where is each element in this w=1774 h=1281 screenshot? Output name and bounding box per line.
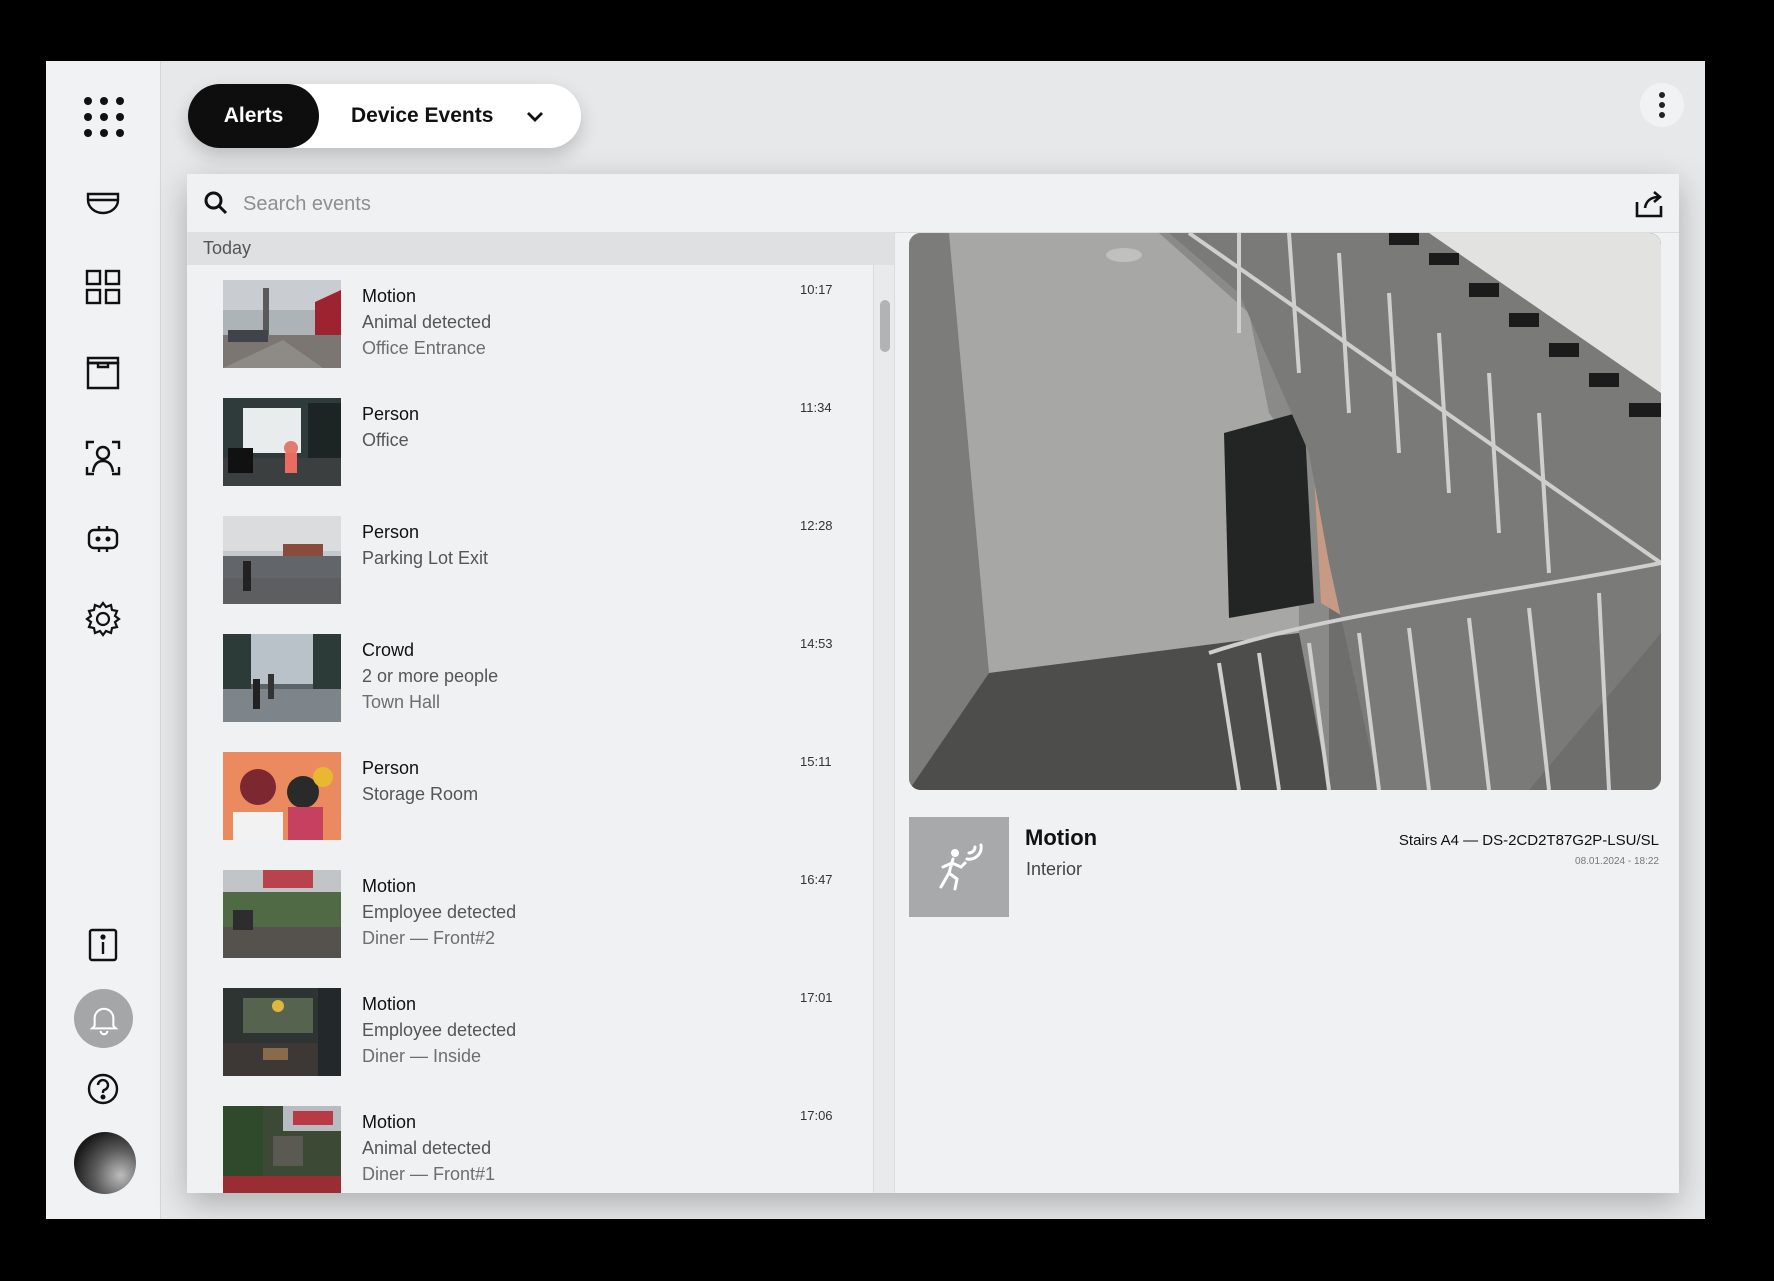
motion-person-icon <box>909 817 1009 917</box>
event-time: 17:06 <box>800 1108 833 1123</box>
detail-datetime: 08.01.2024 - 18:22 <box>1575 856 1659 867</box>
kebab-vertical-icon[interactable] <box>1640 83 1684 127</box>
event-detail: Office <box>362 430 409 450</box>
dashboard-grid-icon[interactable] <box>80 264 126 310</box>
search-input[interactable] <box>241 185 1545 223</box>
event-detail: Employee detected <box>362 1020 517 1040</box>
list-item[interactable]: Motion Animal detected Diner — Front#1 1… <box>223 1106 863 1193</box>
share-export-icon[interactable] <box>1633 188 1665 220</box>
events-panel: Today Motion Animal detected Office Entr… <box>187 174 1679 1193</box>
event-thumbnail <box>223 752 341 840</box>
event-detail: Parking Lot Exit <box>362 548 489 568</box>
alerts-tab-switcher: Alerts Device Events <box>188 84 581 148</box>
list-item[interactable]: Person Storage Room 15:11 <box>223 752 863 842</box>
section-header: Today <box>187 232 894 265</box>
event-time: 12:28 <box>800 518 833 533</box>
list-item[interactable]: Motion Employee detected Diner — Front#2… <box>223 870 863 960</box>
event-detail: Storage Room <box>362 784 479 804</box>
event-thumbnail <box>223 634 341 722</box>
event-type: Person <box>362 404 420 424</box>
event-type: Motion <box>362 1112 417 1132</box>
detail-device: Stairs A4 — DS-2CD2T87G2P-LSU/SL <box>1398 832 1659 849</box>
event-type: Crowd <box>362 640 415 660</box>
scroll-thumb[interactable] <box>880 300 890 352</box>
event-thumbnail <box>223 398 341 486</box>
user-avatar[interactable] <box>74 1132 136 1194</box>
event-location: Diner — Front#1 <box>362 1164 496 1184</box>
event-time: 10:17 <box>800 282 833 297</box>
event-time: 15:11 <box>800 754 832 769</box>
event-thumbnail <box>223 1106 341 1193</box>
archive-box-icon[interactable] <box>80 350 126 396</box>
event-location: Town Hall <box>362 692 441 712</box>
section-label: Today <box>203 238 252 258</box>
tab-alerts[interactable]: Alerts <box>188 84 319 148</box>
search-bar <box>187 174 1679 233</box>
search-icon <box>204 191 228 215</box>
list-item[interactable]: Person Parking Lot Exit 12:28 <box>223 516 863 606</box>
settings-gear-icon[interactable] <box>80 596 126 642</box>
app-window: Alerts Device Events Today Motion Animal… <box>46 61 1705 1219</box>
event-list: Today Motion Animal detected Office Entr… <box>187 232 895 1193</box>
event-detail: Animal detected <box>362 1138 492 1158</box>
event-type: Motion <box>362 286 417 306</box>
info-icon[interactable] <box>80 922 126 968</box>
event-type: Person <box>362 522 420 542</box>
list-item[interactable]: Motion Animal detected Office Entrance 1… <box>223 280 863 370</box>
event-detail: 2 or more people <box>362 666 499 686</box>
event-time: 11:34 <box>800 400 832 415</box>
face-recognition-icon[interactable] <box>80 435 126 481</box>
device-icon[interactable] <box>80 516 126 562</box>
event-type: Motion <box>362 876 417 896</box>
event-time: 17:01 <box>800 990 833 1005</box>
event-type: Person <box>362 758 420 778</box>
event-time: 16:47 <box>800 872 833 887</box>
event-preview-image[interactable] <box>909 233 1661 790</box>
event-detail: Employee detected <box>362 902 517 922</box>
chevron-down-icon[interactable] <box>523 104 547 128</box>
event-thumbnail <box>223 870 341 958</box>
list-item[interactable]: Crowd 2 or more people Town Hall 14:53 <box>223 634 863 724</box>
event-location: Diner — Front#2 <box>362 928 496 948</box>
list-item[interactable]: Person Office 11:34 <box>223 398 863 488</box>
event-time: 14:53 <box>800 636 833 651</box>
detail-title: Motion <box>1025 825 1098 850</box>
tab-device-events[interactable]: Device Events <box>351 84 493 148</box>
event-thumbnail <box>223 516 341 604</box>
list-scrollbar[interactable] <box>873 265 894 1193</box>
help-icon[interactable] <box>80 1066 126 1112</box>
event-thumbnail <box>223 280 341 368</box>
sidebar <box>46 61 161 1219</box>
detail-subtitle: Interior <box>1026 859 1083 879</box>
list-item[interactable]: Motion Employee detected Diner — Inside … <box>223 988 863 1078</box>
event-detail: Animal detected <box>362 312 492 332</box>
apps-grid-icon[interactable] <box>84 97 124 137</box>
event-location: Office Entrance <box>362 338 486 358</box>
bell-icon[interactable] <box>74 989 133 1048</box>
event-thumbnail <box>223 988 341 1076</box>
event-location: Diner — Inside <box>362 1046 482 1066</box>
dome-camera-icon[interactable] <box>80 182 126 228</box>
event-type: Motion <box>362 994 417 1014</box>
